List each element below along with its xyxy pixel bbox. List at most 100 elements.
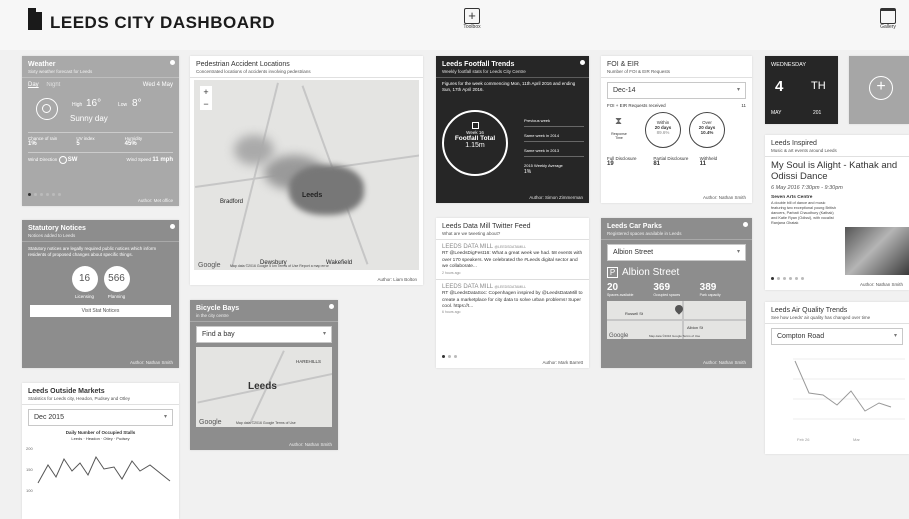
y-tick: 200 bbox=[26, 446, 33, 451]
leeds-inspired-card: Leeds Inspired Music & art events around… bbox=[765, 135, 909, 290]
pager[interactable] bbox=[28, 183, 64, 201]
next-day-label: TH bbox=[811, 80, 826, 92]
series-line bbox=[37, 455, 171, 484]
stat-label: Occupied spaces bbox=[653, 293, 681, 297]
card-menu-dot[interactable] bbox=[743, 222, 748, 227]
car-park-select[interactable]: Albion Street bbox=[607, 244, 746, 261]
tweet-time: 6 hours ago bbox=[442, 310, 461, 315]
next-day-number: 201 bbox=[813, 110, 822, 116]
add-icon[interactable]: + bbox=[869, 76, 893, 100]
tweet-handle[interactable]: LEEDS DATA MILL bbox=[442, 284, 493, 290]
licensing-count: 16 bbox=[71, 265, 98, 292]
card-title: Leeds Outside Markets bbox=[28, 388, 105, 395]
card-subtitle: Music & art events around Leeds bbox=[771, 148, 837, 153]
zoom-control[interactable]: + − bbox=[200, 86, 212, 110]
gallery-button[interactable]: Gallery bbox=[874, 8, 902, 38]
map-attribution: Map data ©2016 Google Terms of Use bbox=[236, 421, 296, 425]
chart-title: Daily Number of Occupied Stalls bbox=[65, 430, 136, 435]
tab-night[interactable]: Night bbox=[46, 82, 60, 88]
add-widget-card[interactable]: + bbox=[849, 56, 909, 124]
card-title: Leeds Car Parks bbox=[607, 223, 662, 230]
month-select[interactable]: Dec 2015 bbox=[28, 409, 173, 426]
card-menu-dot[interactable] bbox=[329, 304, 334, 309]
car-park-map[interactable]: Russell St Albion St Google Map data ©20… bbox=[607, 301, 746, 339]
low-temp: 8° bbox=[132, 98, 142, 109]
air-quality-chart: Feb 26 Mar bbox=[793, 358, 905, 442]
toolbox-label: Toolbox bbox=[463, 24, 481, 30]
card-menu-dot[interactable] bbox=[170, 60, 175, 65]
card-title: Leeds Air Quality Trends bbox=[771, 307, 848, 314]
weather-summary: Sunny day bbox=[70, 114, 108, 123]
car-parks-card: Leeds Car Parks Registered spaces availa… bbox=[601, 218, 752, 368]
date-card: WEDNESDAY 4 TH MAY 201 bbox=[765, 56, 838, 124]
leeds-logo bbox=[28, 8, 42, 30]
card-author: Author: Nathan Smith bbox=[702, 360, 746, 365]
card-author: Author: Liam Bolton bbox=[377, 277, 417, 282]
map-attribution: Map data ©2016 Google 5 km Terms of Use … bbox=[230, 264, 329, 268]
card-subtitle: in the city centre bbox=[196, 313, 229, 318]
card-menu-dot[interactable] bbox=[580, 60, 585, 65]
street-label: Russell St bbox=[625, 311, 644, 316]
over-circle: Over 20 days 10.4% bbox=[689, 112, 725, 148]
card-menu-dot[interactable] bbox=[170, 224, 175, 229]
event-venue: Seven Arts Centre bbox=[771, 194, 813, 200]
card-author: Author: Nathan Smith bbox=[859, 282, 903, 287]
heat-blob bbox=[234, 135, 274, 165]
sun-icon bbox=[36, 98, 58, 120]
place-label: HAREHILLS bbox=[296, 359, 322, 364]
disclosure-value: 19 bbox=[607, 161, 614, 167]
card-title: Statutory Notices bbox=[28, 225, 86, 232]
location-select[interactable]: Compton Road bbox=[771, 328, 903, 345]
footfall-intro: Figures for the week commencing Mon, 11t… bbox=[442, 81, 576, 92]
disclosure-value: 81 bbox=[653, 161, 661, 167]
place-label: Leeds bbox=[248, 381, 277, 392]
tweet: LEEDS DATA MILL @LEEDSDATAMILL RT @Leeds… bbox=[436, 240, 589, 280]
stat-value: 20 bbox=[607, 282, 619, 293]
tweet-text: RT @LeedsDigFest16: What a great week we… bbox=[442, 251, 583, 270]
tweet-handle[interactable]: LEEDS DATA MILL bbox=[442, 244, 493, 250]
wind-direction: SW bbox=[67, 157, 78, 164]
legend-item: Pudsey bbox=[116, 436, 130, 441]
compass-icon bbox=[58, 156, 67, 164]
visit-notices-button[interactable]: Visit Stat Notices bbox=[30, 304, 171, 317]
comparison-value: 1% bbox=[524, 169, 532, 175]
card-author: Author: Nathan Smith bbox=[702, 195, 746, 200]
top-bar: LEEDS CITY DASHBOARD + Toolbox Gallery bbox=[0, 0, 909, 50]
google-logo: Google bbox=[198, 262, 221, 269]
planning-label: Planning bbox=[107, 293, 126, 299]
footfall-total: 1.15m bbox=[465, 142, 485, 149]
pager[interactable] bbox=[771, 267, 807, 285]
find-bay-select[interactable]: Find a bay bbox=[196, 326, 332, 343]
card-title: Leeds Data Mill Twitter Feed bbox=[442, 223, 531, 230]
card-subtitle: See how Leeds' air quality has changed o… bbox=[771, 315, 871, 320]
stat-label: Park capacity bbox=[699, 293, 721, 297]
card-author: Author: Simon Zimmerman bbox=[529, 195, 583, 200]
event-description: A double bill of dance and music featuri… bbox=[771, 200, 837, 226]
stalls-line-chart: 200 150 100 bbox=[26, 446, 171, 493]
pedestrian-accidents-card: Pedestrian Accident Locations Concentrat… bbox=[190, 56, 423, 285]
wind-speed: 11 mph bbox=[152, 157, 173, 163]
accident-heat-map[interactable]: + − Leeds Bradford Dewsbury Wakefield Goo… bbox=[194, 80, 419, 270]
card-subtitle: Notices added to Leeds bbox=[28, 233, 76, 238]
pager[interactable] bbox=[442, 345, 460, 363]
tweet: LEEDS DATA MILL @LEEDSDATAMILL RT @Leeds… bbox=[436, 280, 589, 319]
toolbox-button[interactable]: + Toolbox bbox=[459, 8, 485, 38]
event-title[interactable]: My Soul is Alight - Kathak and Odissi Da… bbox=[765, 157, 909, 183]
card-subtitle: Registered spaces available in Leeds bbox=[607, 231, 682, 236]
card-subtitle: Statistics for Leeds city, Headon, Pudse… bbox=[28, 396, 130, 401]
month-select[interactable]: Dec-14 bbox=[607, 82, 746, 99]
wind-direction-label: Wind Direction bbox=[28, 157, 58, 163]
stat-value: 5 bbox=[76, 141, 80, 147]
card-subtitle: Number of FOI & EIR Requests bbox=[607, 69, 671, 74]
legend-item: Headon bbox=[85, 436, 100, 441]
card-subtitle: What are we tweeting about? bbox=[442, 231, 501, 236]
tweet-text: RT @LeedsDataSoc: Copenhagen inspired by… bbox=[442, 291, 583, 309]
tab-day[interactable]: Day bbox=[28, 82, 39, 88]
tweet-time: 2 hours ago bbox=[442, 270, 461, 275]
bicycle-map[interactable]: Leeds HAREHILLS Google Map data ©2016 Go… bbox=[196, 347, 332, 427]
month-label: MAY bbox=[771, 110, 782, 116]
high-label: High bbox=[72, 102, 83, 108]
planning-count: 566 bbox=[103, 265, 130, 292]
outside-markets-card: Leeds Outside Markets Statistics for Lee… bbox=[22, 383, 179, 519]
weekday-label: WEDNESDAY bbox=[771, 62, 807, 68]
